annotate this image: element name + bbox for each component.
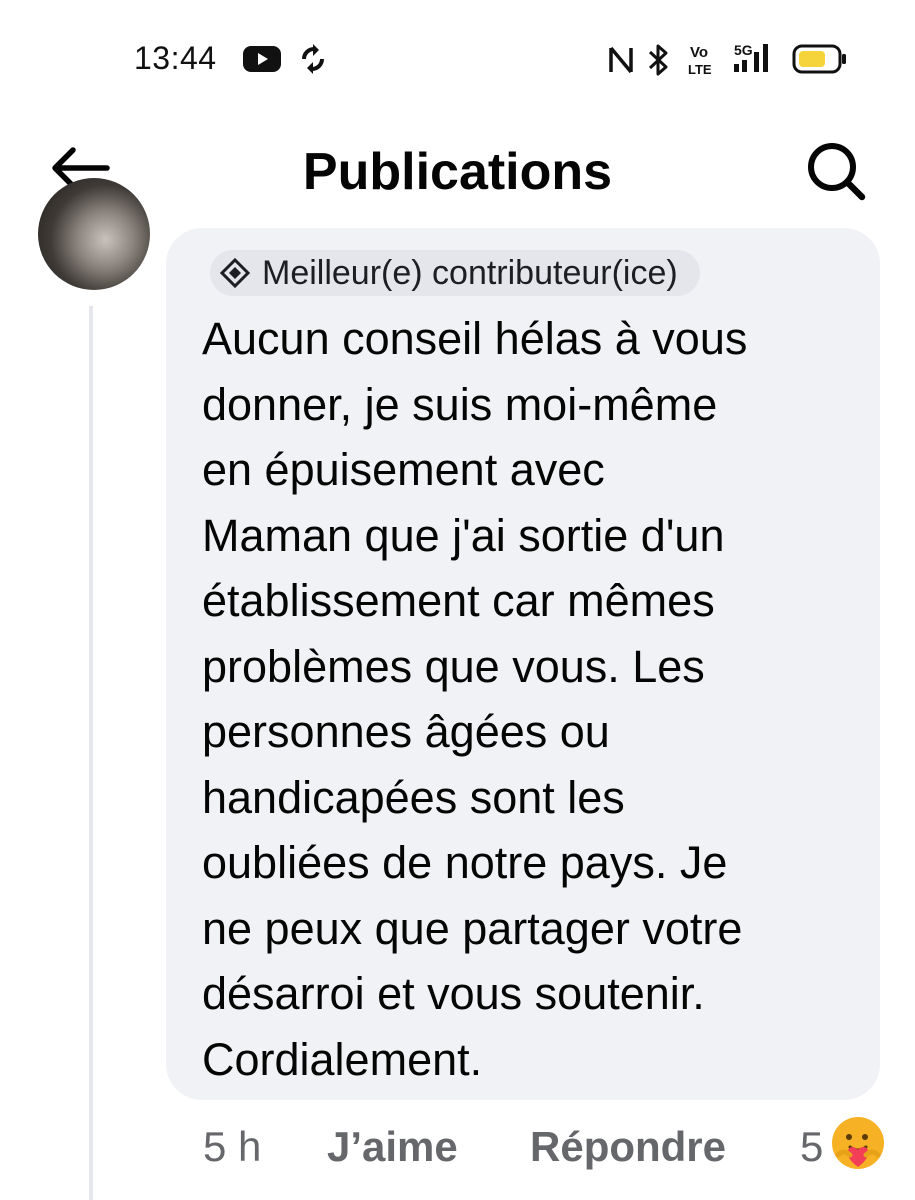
5g-signal-icon: 5G bbox=[734, 42, 768, 72]
reply-button[interactable]: Répondre bbox=[530, 1123, 726, 1171]
comment-line: Cordialement. bbox=[202, 1033, 483, 1085]
comment-text: Aucun conseil hélas à vous donner, je su… bbox=[202, 306, 862, 1092]
status-time: 13:44 bbox=[134, 40, 217, 76]
comment-actions: 5 h J’aime Répondre 5 bbox=[0, 1115, 915, 1175]
avatar[interactable] bbox=[38, 178, 150, 290]
page-title: Publications bbox=[302, 143, 613, 201]
comment-line: ne peux que partager votre bbox=[202, 902, 743, 954]
thread-line bbox=[89, 306, 93, 1200]
svg-text:Vo: Vo bbox=[690, 44, 708, 61]
comment-line: personnes âgées ou bbox=[202, 706, 610, 757]
top-contributor-badge[interactable]: Meilleur(e) contributeur(ice) bbox=[210, 250, 700, 296]
screen: 13:44 Vo LTE 5G Publications Meilleur(e)… bbox=[0, 0, 915, 1200]
youtube-icon bbox=[243, 46, 281, 72]
search-icon bbox=[808, 143, 866, 201]
battery-icon bbox=[792, 44, 846, 74]
comment-bubble: Meilleur(e) contributeur(ice) Aucun cons… bbox=[166, 228, 880, 1100]
sync-icon bbox=[302, 44, 324, 74]
svg-text:LTE: LTE bbox=[688, 62, 712, 77]
comment-line: problèmes que vous. Les bbox=[202, 640, 705, 692]
reaction-count[interactable]: 5 bbox=[800, 1123, 823, 1171]
svg-text:5G: 5G bbox=[734, 42, 753, 58]
volte-icon: Vo LTE bbox=[688, 44, 712, 77]
nfc-icon bbox=[609, 46, 633, 74]
comment-line: Aucun conseil hélas à vous bbox=[202, 313, 748, 364]
like-button[interactable]: J’aime bbox=[327, 1123, 458, 1171]
diamond-badge-icon bbox=[220, 258, 250, 288]
comment-timestamp: 5 h bbox=[203, 1123, 262, 1170]
badge-label: Meilleur(e) contributeur(ice) bbox=[262, 253, 678, 292]
comment-line: oubliées de notre pays. Je bbox=[202, 837, 728, 888]
comment-line: en épuisement avec bbox=[202, 444, 605, 495]
comment-line: désarroi et vous soutenir. bbox=[202, 968, 705, 1019]
status-bar: 13:44 Vo LTE 5G bbox=[0, 0, 915, 120]
comment-line: donner, je suis moi-même bbox=[202, 378, 718, 430]
comment-line: Maman que j'ai sortie d'un bbox=[202, 509, 725, 561]
comment-line: handicapées sont les bbox=[202, 771, 625, 823]
search-button[interactable] bbox=[796, 136, 876, 206]
care-reaction-icon[interactable] bbox=[830, 1115, 886, 1171]
comment-line: établissement car mêmes bbox=[202, 575, 715, 626]
bluetooth-icon bbox=[648, 44, 668, 76]
